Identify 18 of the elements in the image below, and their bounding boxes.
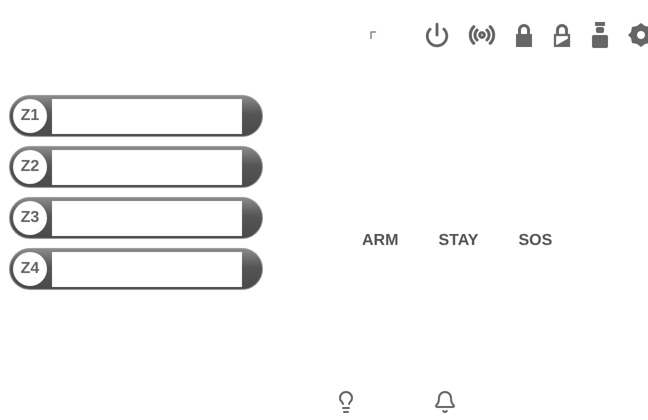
power-icon[interactable] bbox=[424, 22, 450, 48]
corner-mark-icon bbox=[370, 31, 376, 39]
bell-icon[interactable] bbox=[433, 390, 457, 414]
zone-label: Z1 bbox=[13, 99, 47, 133]
input-field[interactable] bbox=[52, 98, 242, 134]
zone-label: Z3 bbox=[13, 201, 47, 235]
input-field[interactable] bbox=[52, 150, 242, 184]
input-field[interactable] bbox=[52, 252, 242, 286]
zone-label: Z2 bbox=[13, 150, 47, 184]
action-button[interactable]: ARM bbox=[362, 232, 398, 250]
action-button[interactable]: STAY bbox=[438, 232, 478, 250]
zone-label: Z4 bbox=[13, 252, 47, 286]
guard-icon[interactable] bbox=[590, 22, 610, 48]
half-lock-icon[interactable] bbox=[552, 23, 572, 47]
input-field[interactable] bbox=[52, 200, 242, 236]
settings-icon[interactable] bbox=[628, 22, 648, 48]
lock-icon[interactable] bbox=[514, 23, 534, 47]
action-button[interactable]: SOS bbox=[518, 232, 552, 250]
